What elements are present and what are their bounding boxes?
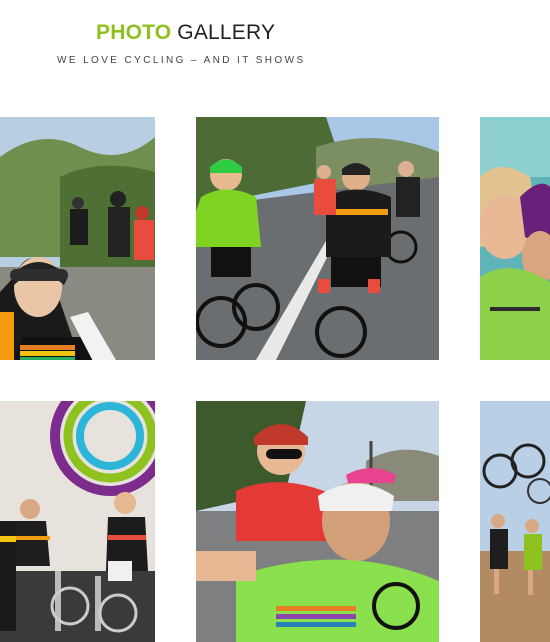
photo-cyclists-closeup bbox=[480, 117, 550, 360]
gallery-photo-2[interactable] bbox=[196, 117, 439, 360]
photo-gallery bbox=[0, 0, 550, 642]
gallery-photo-4[interactable] bbox=[0, 401, 155, 642]
gallery-photo-5[interactable] bbox=[196, 401, 439, 642]
photo-spin-class bbox=[0, 401, 155, 642]
photo-cyclists-selfie bbox=[196, 401, 439, 642]
photo-cyclists-road bbox=[196, 117, 439, 360]
gallery-photo-3[interactable] bbox=[480, 117, 550, 360]
gallery-photo-1[interactable] bbox=[0, 117, 155, 360]
photo-bikes-raised bbox=[480, 401, 550, 642]
gallery-photo-6[interactable] bbox=[480, 401, 550, 642]
photo-cyclists-group bbox=[0, 117, 155, 360]
